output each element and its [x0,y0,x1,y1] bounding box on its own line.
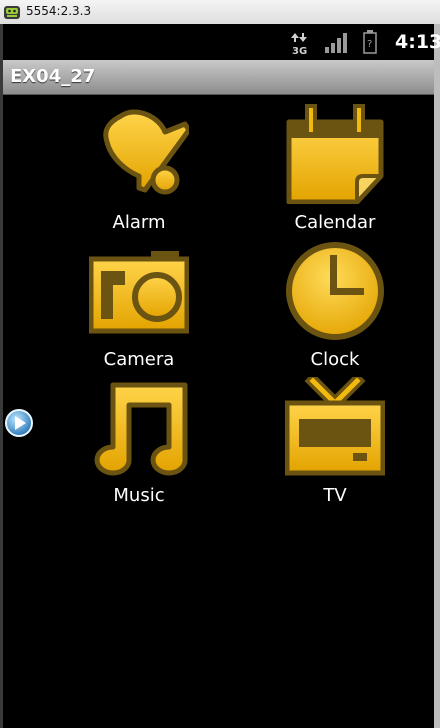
launcher-item-clock[interactable]: Clock [255,241,415,377]
clock-icon [286,242,384,340]
calendar-icon [286,104,384,204]
music-note-icon [94,382,188,476]
launcher-item-music[interactable]: Music [59,377,219,513]
frame-right-edge [434,24,440,728]
signal-strength-icon [325,33,347,53]
camera-icon [89,251,189,334]
status-bar: 3G ? 4:13 [3,24,440,60]
emulator-title: 5554:2.3.3 [26,4,92,18]
tv-icon [285,377,385,476]
battery-icon: ? [363,30,377,54]
launcher-item-alarm[interactable]: Alarm [59,104,219,240]
launcher-label-alarm: Alarm [112,212,166,233]
android-emulator-icon [4,6,20,19]
3g-data-icon: 3G [291,33,307,55]
emulator-title-bar: 5554:2.3.3 [0,0,440,25]
svg-text:3G: 3G [292,46,307,55]
launcher-item-tv[interactable]: TV [255,377,415,513]
expand-arrow-icon[interactable] [4,408,34,438]
launcher-item-calendar[interactable]: Calendar [255,104,415,240]
alarm-bell-icon [103,109,189,195]
launcher-item-camera[interactable]: Camera [59,241,219,377]
launcher-label-tv: TV [323,485,347,506]
launcher-label-music: Music [113,485,165,506]
launcher-label-camera: Camera [103,349,175,370]
launcher-label-clock: Clock [310,349,360,370]
frame-left-edge [0,24,3,728]
svg-text:?: ? [367,39,372,50]
status-time: 4:13 [395,31,440,53]
launcher-label-calendar: Calendar [294,212,376,233]
app-title: EX04_27 [10,66,96,87]
app-title-bar: EX04_27 [3,60,434,95]
emulator-window: 5554:2.3.3 3G ? 4:13 EX04_27 Alarm Calen… [0,0,440,728]
